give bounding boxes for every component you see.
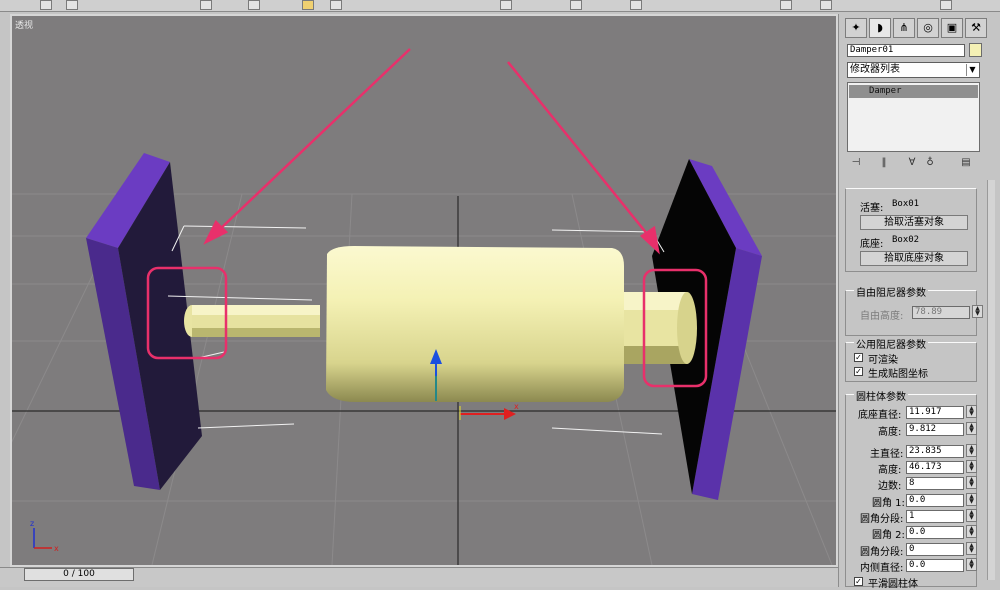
perspective-viewport[interactable]: 透视 x z x	[10, 14, 838, 567]
height1-spinner[interactable]: 9.812	[906, 423, 964, 436]
display-tab-icon[interactable]: ▣	[941, 18, 963, 38]
gizmo-x-label: x	[514, 402, 519, 411]
fillet1-label: 圆角 1:	[872, 498, 905, 509]
object-color-swatch[interactable]	[969, 43, 982, 57]
cylinder-params-rollout: 圆柱体参数 底座直径: 11.917 ▲ ▼ 高度: 9.812 ▲ ▼ 主直径: …	[845, 388, 977, 590]
sides-arrows[interactable]: ▲ ▼	[966, 476, 977, 489]
select-object-icon[interactable]	[200, 0, 212, 10]
modifier-stack[interactable]: Damper	[847, 82, 980, 152]
smooth-checkbox[interactable]: ✓	[854, 577, 863, 586]
main-diameter-arrows[interactable]: ▲ ▼	[966, 444, 977, 457]
tripod-z-label: z	[30, 519, 34, 528]
common-damper-rollout: 公用阻尼器参数 ✓ 可渲染 ✓ 生成贴图坐标	[845, 336, 977, 382]
utilities-tab-icon[interactable]: ⚒	[965, 18, 987, 38]
free-damper-rollout: 自由阻尼器参数 自由高度: 78.89 ▲ ▼	[845, 284, 983, 336]
sides-spinner[interactable]: 8	[906, 477, 964, 490]
free-height-spinner-arrows[interactable]: ▲ ▼	[972, 305, 983, 318]
move-icon[interactable]	[302, 0, 314, 10]
fillet-segs2-label: 圆角分段:	[860, 547, 904, 558]
base-diameter-label: 底座直径:	[858, 410, 902, 421]
remove-modifier-icon[interactable]: ♁	[923, 156, 937, 170]
quick-render-icon[interactable]	[940, 0, 952, 10]
inner-diameter-label: 内侧直径:	[860, 563, 904, 574]
select-icon[interactable]	[40, 0, 52, 10]
fillet2-arrows[interactable]: ▲ ▼	[966, 525, 977, 538]
material-icon[interactable]	[570, 0, 582, 10]
damper-main-cylinder[interactable]	[326, 246, 624, 402]
fillet-segs-spinner[interactable]: 1	[906, 510, 964, 523]
smooth-label: 平滑圆柱体	[868, 579, 918, 590]
piston-value: Box01	[892, 199, 920, 209]
main-diameter-label: 主直径:	[870, 449, 904, 460]
pin-stack-icon[interactable]: ⊣	[849, 156, 863, 170]
stack-item-damper[interactable]: Damper	[849, 85, 978, 98]
timeline: 0 / 100	[0, 567, 840, 587]
fillet-segs-label: 圆角分段:	[860, 514, 904, 525]
free-height-label: 自由高度:	[860, 311, 904, 322]
height2-arrows[interactable]: ▲ ▼	[966, 460, 977, 473]
piston-rod-right[interactable]	[617, 292, 697, 364]
map-coords-label: 生成贴图坐标	[868, 369, 928, 380]
axis-tripod: z x	[30, 519, 59, 553]
modifier-list-dropdown[interactable]: 修改器列表 ▼	[847, 62, 980, 78]
map-coords-checkbox[interactable]: ✓	[854, 367, 863, 376]
render-setup-icon[interactable]	[630, 0, 642, 10]
base-label: 底座:	[860, 239, 884, 250]
pick-objects-rollout: 活塞: Box01 拾取活塞对象 底座: Box02 拾取底座对象	[845, 188, 977, 272]
piston-label: 活塞:	[860, 203, 884, 214]
main-toolbar	[0, 0, 1000, 12]
link-icon[interactable]	[66, 0, 78, 10]
height1-label: 高度:	[878, 427, 902, 438]
pick-base-button[interactable]: 拾取底座对象	[860, 251, 968, 266]
base-diameter-spinner[interactable]: 11.917	[906, 406, 964, 419]
show-end-result-icon[interactable]: ‖	[877, 156, 891, 170]
fillet-segs2-arrows[interactable]: ▲ ▼	[966, 542, 977, 555]
piston-rod-left[interactable]	[184, 305, 320, 337]
time-slider[interactable]: 0 / 100	[24, 568, 134, 581]
fillet1-spinner[interactable]: 0.0	[906, 494, 964, 507]
modifier-list-label: 修改器列表	[850, 64, 900, 75]
command-panel: ✦ ◗ ⋔ ◎ ▣ ⚒ Damper01 修改器列表 ▼ Damper ⊣ ‖ …	[838, 14, 1000, 590]
common-damper-title: 公用阻尼器参数	[854, 336, 928, 351]
annotation-arrows	[203, 48, 660, 255]
rotate-icon[interactable]	[330, 0, 342, 10]
fillet-segs2-spinner[interactable]: 0	[906, 543, 964, 556]
motion-tab-icon[interactable]: ◎	[917, 18, 939, 38]
renderable-checkbox[interactable]: ✓	[854, 353, 863, 362]
hierarchy-tab-icon[interactable]: ⋔	[893, 18, 915, 38]
base-diameter-arrows[interactable]: ▲ ▼	[966, 405, 977, 418]
height1-arrows[interactable]: ▲ ▼	[966, 422, 977, 435]
command-panel-scrollbar[interactable]	[987, 180, 995, 580]
height2-spinner[interactable]: 46.173	[906, 461, 964, 474]
fillet1-arrows[interactable]: ▲ ▼	[966, 493, 977, 506]
object-name-field[interactable]: Damper01	[847, 44, 965, 57]
base-value: Box02	[892, 235, 920, 245]
chevron-down-icon[interactable]: ▼	[966, 64, 978, 76]
main-diameter-spinner[interactable]: 23.835	[906, 445, 964, 458]
mirror-icon[interactable]	[500, 0, 512, 10]
renderable-label: 可渲染	[868, 355, 898, 366]
scene-canvas: x z x	[12, 48, 836, 565]
tripod-x-label: x	[54, 544, 59, 553]
render-icon[interactable]	[780, 0, 792, 10]
free-height-spinner[interactable]: 78.89	[912, 306, 970, 319]
fillet-segs-arrows[interactable]: ▲ ▼	[966, 509, 977, 522]
inner-diameter-spinner[interactable]: 0.0	[906, 559, 964, 572]
modify-tab-icon[interactable]: ◗	[869, 18, 891, 38]
create-tab-icon[interactable]: ✦	[845, 18, 867, 38]
fillet2-label: 圆角 2:	[872, 530, 905, 541]
inner-diameter-arrows[interactable]: ▲ ▼	[966, 558, 977, 571]
teapot-icon[interactable]	[820, 0, 832, 10]
pick-piston-button[interactable]: 拾取活塞对象	[860, 215, 968, 230]
free-damper-title: 自由阻尼器参数	[854, 284, 928, 299]
region-select-icon[interactable]	[248, 0, 260, 10]
cylinder-params-title: 圆柱体参数	[854, 388, 908, 403]
height2-label: 高度:	[878, 465, 902, 476]
configure-sets-icon[interactable]: ▤	[959, 156, 973, 170]
sides-label: 边数:	[878, 481, 902, 492]
stack-tools: ⊣ ‖ ∀ ♁ ▤	[847, 156, 980, 172]
fillet2-spinner[interactable]: 0.0	[906, 526, 964, 539]
make-unique-icon[interactable]: ∀	[905, 156, 919, 170]
